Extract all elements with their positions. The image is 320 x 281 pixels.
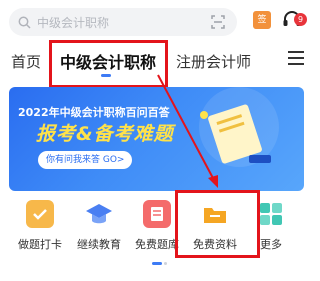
grid-label: 更多 bbox=[260, 238, 282, 251]
more-grid-icon bbox=[257, 200, 285, 228]
grid-label: 继续教育 bbox=[77, 238, 121, 251]
grid-page-indicator-active bbox=[152, 262, 162, 265]
grid-item-more[interactable]: 更多 bbox=[243, 200, 299, 252]
grid-item-free-materials[interactable]: 免费资料 bbox=[185, 200, 245, 252]
grid-page-indicator bbox=[164, 262, 167, 265]
grid-item-continuing-education[interactable]: 继续教育 bbox=[69, 200, 129, 252]
checkin-icon bbox=[26, 200, 54, 228]
folder-icon bbox=[201, 200, 229, 228]
grid-label: 免费资料 bbox=[193, 238, 237, 251]
grid-label: 做题打卡 bbox=[18, 238, 62, 251]
graduation-cap-icon bbox=[85, 200, 113, 228]
question-bank-icon bbox=[143, 200, 171, 228]
grid-item-checkin[interactable]: 做题打卡 bbox=[10, 200, 70, 252]
